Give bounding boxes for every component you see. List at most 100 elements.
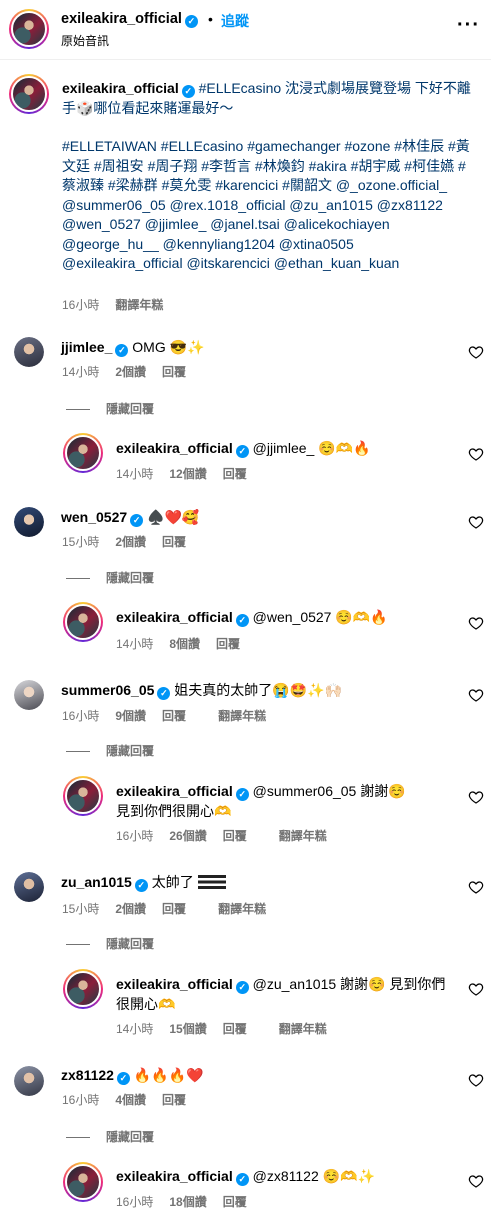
post-caption: exileakira_official ✓ #ELLEcasino 沈浸式劇場展覽… (62, 79, 472, 274)
comment-avatar[interactable] (14, 507, 44, 537)
comment-avatar[interactable] (14, 337, 44, 367)
heart-outline-icon[interactable] (468, 514, 484, 530)
hide-replies-button[interactable]: 隱藏回覆 (66, 935, 154, 952)
comment: zx81122 ✓ 🔥🔥🔥❤️ (61, 1066, 204, 1086)
reply-username[interactable]: exileakira_official (116, 976, 233, 992)
caption-time[interactable]: 16小時 (62, 298, 99, 312)
heart-outline-icon[interactable] (468, 687, 484, 703)
hide-replies-button[interactable]: 隱藏回覆 (66, 742, 154, 759)
comment-time[interactable]: 15小時 (62, 535, 99, 549)
comment-likes[interactable]: 2個讚 (115, 535, 146, 549)
divider (66, 578, 90, 580)
comment-time[interactable]: 14小時 (62, 365, 99, 379)
comment-username[interactable]: wen_0527 (61, 509, 127, 525)
comment-time[interactable]: 16小時 (62, 709, 99, 723)
reply-meta: 16小時 18個讚 回覆 (116, 1193, 263, 1210)
reply-button[interactable]: 回覆 (223, 829, 247, 843)
reply-time[interactable]: 16小時 (116, 1195, 153, 1209)
reply-likes[interactable]: 12個讚 (169, 467, 206, 481)
reply-time[interactable]: 14小時 (116, 1022, 153, 1036)
comment-time[interactable]: 16小時 (62, 1093, 99, 1107)
reply-button[interactable]: 回覆 (162, 709, 186, 723)
reply-button[interactable]: 回覆 (223, 1195, 247, 1209)
divider (66, 944, 90, 946)
follow-button[interactable]: 追蹤 (221, 11, 249, 31)
reply-avatar[interactable] (63, 433, 103, 473)
comment-username[interactable]: zx81122 (61, 1067, 114, 1083)
reply-button[interactable]: 回覆 (216, 637, 240, 651)
reply: exileakira_official ✓ @wen_0527 ☺️🫶🔥 (116, 608, 388, 628)
reply-button[interactable]: 回覆 (162, 365, 186, 379)
comment-meta: 16小時 9個讚 回覆 翻譯年糕 (62, 707, 282, 724)
heart-outline-icon[interactable] (468, 879, 484, 895)
verified-badge-icon: ✓ (115, 344, 129, 357)
comment-likes[interactable]: 2個讚 (115, 902, 146, 916)
reply-username[interactable]: exileakira_official (116, 1168, 233, 1184)
comment-likes[interactable]: 9個讚 (115, 709, 146, 723)
reply-button[interactable]: 回覆 (162, 902, 186, 916)
reply-avatar[interactable] (63, 602, 103, 642)
reply: exileakira_official ✓ @summer06_05 謝謝☺️見到… (116, 782, 416, 821)
comment-text: ♠️❤️🥰 (147, 509, 200, 525)
reply-username[interactable]: exileakira_official (116, 609, 233, 625)
comment-meta: 15小時 2個讚 回覆 翻譯年糕 (62, 900, 282, 917)
reply-button[interactable]: 回覆 (162, 1093, 186, 1107)
verified-badge-icon: ✓ (184, 15, 198, 28)
comment-time[interactable]: 15小時 (62, 902, 99, 916)
comment-text: OMG 😎✨ (132, 339, 205, 355)
reply-time[interactable]: 16小時 (116, 829, 153, 843)
comment-avatar[interactable] (14, 680, 44, 710)
caption-hashtags[interactable]: #ELLETAIWAN #ELLEcasino #gamechanger #oz… (62, 137, 472, 274)
translate-button[interactable]: 翻譯年糕 (115, 298, 163, 312)
comment-username[interactable]: jjimlee_ (61, 339, 112, 355)
reply-likes[interactable]: 8個讚 (169, 637, 200, 651)
heart-outline-icon[interactable] (468, 344, 484, 360)
reply-username[interactable]: exileakira_official (116, 440, 233, 456)
reply-likes[interactable]: 26個讚 (169, 829, 206, 843)
hide-replies-button[interactable]: 隱藏回覆 (66, 1128, 154, 1145)
reply-likes[interactable]: 18個讚 (169, 1195, 206, 1209)
comment-meta: 14小時 2個讚 回覆 (62, 363, 202, 380)
heart-outline-icon[interactable] (468, 446, 484, 462)
reply-avatar[interactable] (63, 1162, 103, 1202)
heart-outline-icon[interactable] (468, 1072, 484, 1088)
comment-text: 🔥🔥🔥❤️ (133, 1067, 204, 1083)
reply-button[interactable]: 回覆 (162, 535, 186, 549)
reply-avatar[interactable] (63, 776, 103, 816)
translate-button[interactable]: 翻譯年糕 (279, 1022, 327, 1036)
comment-avatar[interactable] (14, 1066, 44, 1096)
translate-button[interactable]: 翻譯年糕 (218, 902, 266, 916)
reply-time[interactable]: 14小時 (116, 637, 153, 651)
comment-likes[interactable]: 4個讚 (115, 1093, 146, 1107)
caption-username[interactable]: exileakira_official (62, 80, 179, 96)
reply-likes[interactable]: 15個讚 (169, 1022, 206, 1036)
reply-meta: 14小時 12個讚 回覆 (116, 465, 263, 482)
separator-dot: • (208, 11, 213, 27)
comment-avatar[interactable] (14, 872, 44, 902)
comment-username[interactable]: zu_an1015 (61, 874, 132, 890)
comment-likes[interactable]: 2個讚 (115, 365, 146, 379)
comment-username[interactable]: summer06_05 (61, 682, 154, 698)
comment-meta: 16小時 4個讚 回覆 (62, 1091, 202, 1108)
caption-avatar[interactable] (9, 74, 49, 114)
reply-avatar[interactable] (63, 969, 103, 1009)
hide-replies-button[interactable]: 隱藏回覆 (66, 400, 154, 417)
heart-outline-icon[interactable] (468, 1173, 484, 1189)
heart-outline-icon[interactable] (468, 615, 484, 631)
heart-outline-icon[interactable] (468, 981, 484, 997)
caption-meta: 16小時 翻譯年糕 (62, 296, 163, 313)
header-avatar[interactable] (9, 9, 49, 49)
translate-button[interactable]: 翻譯年糕 (279, 829, 327, 843)
header-username[interactable]: exileakira_official ✓ (61, 11, 198, 28)
reply-text: @zx81122 ☺️🫶✨ (252, 1168, 375, 1184)
heart-outline-icon[interactable] (468, 789, 484, 805)
hide-replies-button[interactable]: 隱藏回覆 (66, 569, 154, 586)
more-horizontal-icon[interactable]: ··· (457, 14, 480, 37)
reply-username[interactable]: exileakira_official (116, 783, 233, 799)
reply-time[interactable]: 14小時 (116, 467, 153, 481)
reply-button[interactable]: 回覆 (223, 1022, 247, 1036)
translate-button[interactable]: 翻譯年糕 (218, 709, 266, 723)
reply-button[interactable]: 回覆 (223, 467, 247, 481)
audio-label[interactable]: 原始音訊 (61, 32, 109, 49)
verified-badge-icon: ✓ (235, 614, 249, 627)
